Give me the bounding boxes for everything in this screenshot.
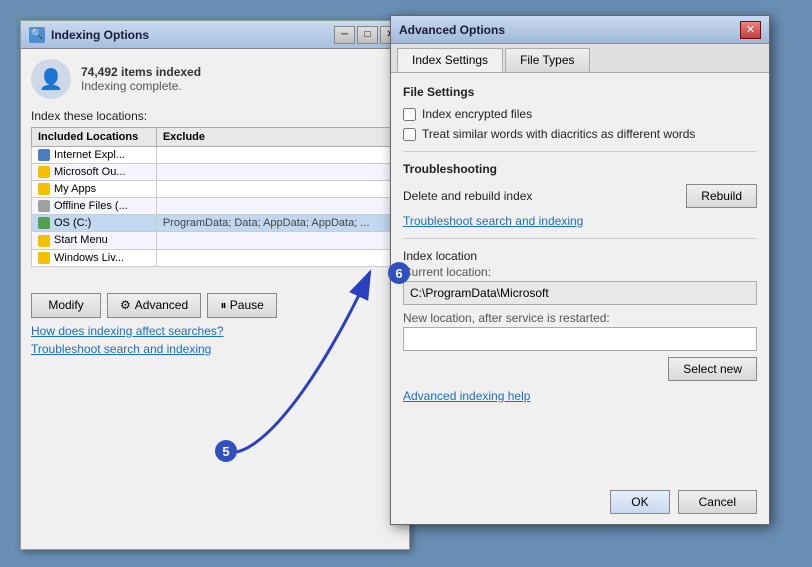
troubleshoot-link-dialog[interactable]: Troubleshoot search and indexing bbox=[403, 214, 583, 228]
rebuild-label: Delete and rebuild index bbox=[403, 189, 532, 203]
table-row[interactable]: Start Menu bbox=[32, 232, 399, 249]
index-encrypted-checkbox[interactable] bbox=[403, 108, 416, 121]
cancel-button[interactable]: Cancel bbox=[678, 490, 757, 514]
location-icon bbox=[38, 166, 50, 178]
ok-button[interactable]: OK bbox=[610, 490, 669, 514]
pause-label: Pause bbox=[230, 298, 264, 312]
advanced-icon: ⚙ bbox=[120, 298, 131, 312]
advanced-options-dialog: Advanced Options ✕ Index Settings File T… bbox=[390, 15, 770, 525]
file-settings-header: File Settings bbox=[403, 85, 757, 99]
annotation-5-label: 5 bbox=[222, 444, 229, 459]
dialog-titlebar: Advanced Options ✕ bbox=[391, 16, 769, 44]
diacritics-label: Treat similar words with diacritics as d… bbox=[422, 127, 695, 141]
annotation-6-label: 6 bbox=[395, 266, 402, 281]
table-row[interactable]: Windows Liv... bbox=[32, 249, 399, 266]
status-icon: 👤 bbox=[31, 59, 71, 99]
indexing-affect-link[interactable]: How does indexing affect searches? bbox=[31, 324, 399, 338]
indexing-title-text: Indexing Options bbox=[51, 28, 334, 42]
status-area: 👤 74,492 items indexed Indexing complete… bbox=[31, 59, 399, 99]
dialog-footer: OK Cancel bbox=[610, 490, 757, 514]
table-row[interactable]: Offline Files (... bbox=[32, 198, 399, 215]
pause-button[interactable]: ⏸ Pause bbox=[207, 293, 277, 318]
checkbox-row-2: Treat similar words with diacritics as d… bbox=[403, 127, 757, 141]
status-text: 74,492 items indexed Indexing complete. bbox=[81, 65, 201, 93]
dialog-close-btn[interactable]: ✕ bbox=[740, 21, 761, 39]
checkbox-row-1: Index encrypted files bbox=[403, 107, 757, 121]
items-indexed: 74,492 items indexed bbox=[81, 65, 201, 79]
annotation-6: 6 bbox=[388, 262, 410, 284]
new-location-input[interactable] bbox=[403, 327, 757, 351]
modify-button[interactable]: Modify bbox=[31, 293, 101, 318]
indexing-title-icon: 🔍 bbox=[29, 27, 45, 43]
new-location-label: New location, after service is restarted… bbox=[403, 311, 757, 325]
pause-icon: ⏸ bbox=[220, 298, 226, 312]
location-icon bbox=[38, 183, 50, 195]
table-row[interactable]: Internet Expl... bbox=[32, 147, 399, 164]
col-exclude: Exclude bbox=[156, 128, 398, 147]
bottom-buttons: Modify ⚙ Advanced ⏸ Pause bbox=[21, 293, 409, 324]
divider-2 bbox=[403, 238, 757, 239]
index-encrypted-label: Index encrypted files bbox=[422, 107, 532, 121]
advanced-indexing-link[interactable]: Advanced indexing help bbox=[403, 389, 530, 403]
rebuild-button[interactable]: Rebuild bbox=[686, 184, 757, 208]
minimize-btn[interactable]: ─ bbox=[334, 26, 355, 44]
locations-table: Included Locations Exclude Internet Expl… bbox=[31, 127, 399, 267]
table-row[interactable]: Microsoft Ou... bbox=[32, 164, 399, 181]
troubleshooting-header: Troubleshooting bbox=[403, 162, 757, 176]
col-included: Included Locations bbox=[32, 128, 157, 147]
advanced-label: Advanced bbox=[135, 298, 188, 312]
current-location-value: C:\ProgramData\Microsoft bbox=[403, 281, 757, 305]
select-new-row: Select new bbox=[403, 357, 757, 381]
location-icon bbox=[38, 252, 50, 264]
tab-file-types[interactable]: File Types bbox=[505, 48, 589, 72]
maximize-btn[interactable]: □ bbox=[357, 26, 378, 44]
current-location-label: Current location: bbox=[403, 265, 757, 279]
section-label: Index these locations: bbox=[31, 109, 399, 123]
diacritics-checkbox[interactable] bbox=[403, 128, 416, 141]
indexing-body: 👤 74,492 items indexed Indexing complete… bbox=[21, 49, 409, 285]
indexing-titlebar: 🔍 Indexing Options ─ □ ✕ bbox=[21, 21, 409, 49]
location-icon bbox=[38, 149, 50, 161]
troubleshoot-link-main[interactable]: Troubleshoot search and indexing bbox=[31, 342, 399, 356]
table-row[interactable]: OS (C:)ProgramData; Data; AppData; AppDa… bbox=[32, 215, 399, 232]
index-location-section: Index location Current location: C:\Prog… bbox=[403, 249, 757, 381]
location-icon bbox=[38, 200, 50, 212]
divider-1 bbox=[403, 151, 757, 152]
dialog-content: File Settings Index encrypted files Trea… bbox=[391, 73, 769, 415]
rebuild-row: Delete and rebuild index Rebuild bbox=[403, 184, 757, 208]
dialog-tabs: Index Settings File Types bbox=[391, 44, 769, 73]
indexing-status: Indexing complete. bbox=[81, 79, 201, 93]
select-new-button[interactable]: Select new bbox=[668, 357, 757, 381]
links-area: How does indexing affect searches? Troub… bbox=[21, 324, 409, 370]
index-location-header: Index location bbox=[403, 249, 757, 263]
tab-index-settings[interactable]: Index Settings bbox=[397, 48, 503, 72]
location-icon bbox=[38, 235, 50, 247]
annotation-5: 5 bbox=[215, 440, 237, 462]
advanced-button[interactable]: ⚙ Advanced bbox=[107, 293, 201, 318]
table-row[interactable]: My Apps bbox=[32, 181, 399, 198]
location-icon bbox=[38, 217, 50, 229]
dialog-title: Advanced Options bbox=[399, 23, 740, 37]
indexing-options-window: 🔍 Indexing Options ─ □ ✕ 👤 74,492 items … bbox=[20, 20, 410, 550]
